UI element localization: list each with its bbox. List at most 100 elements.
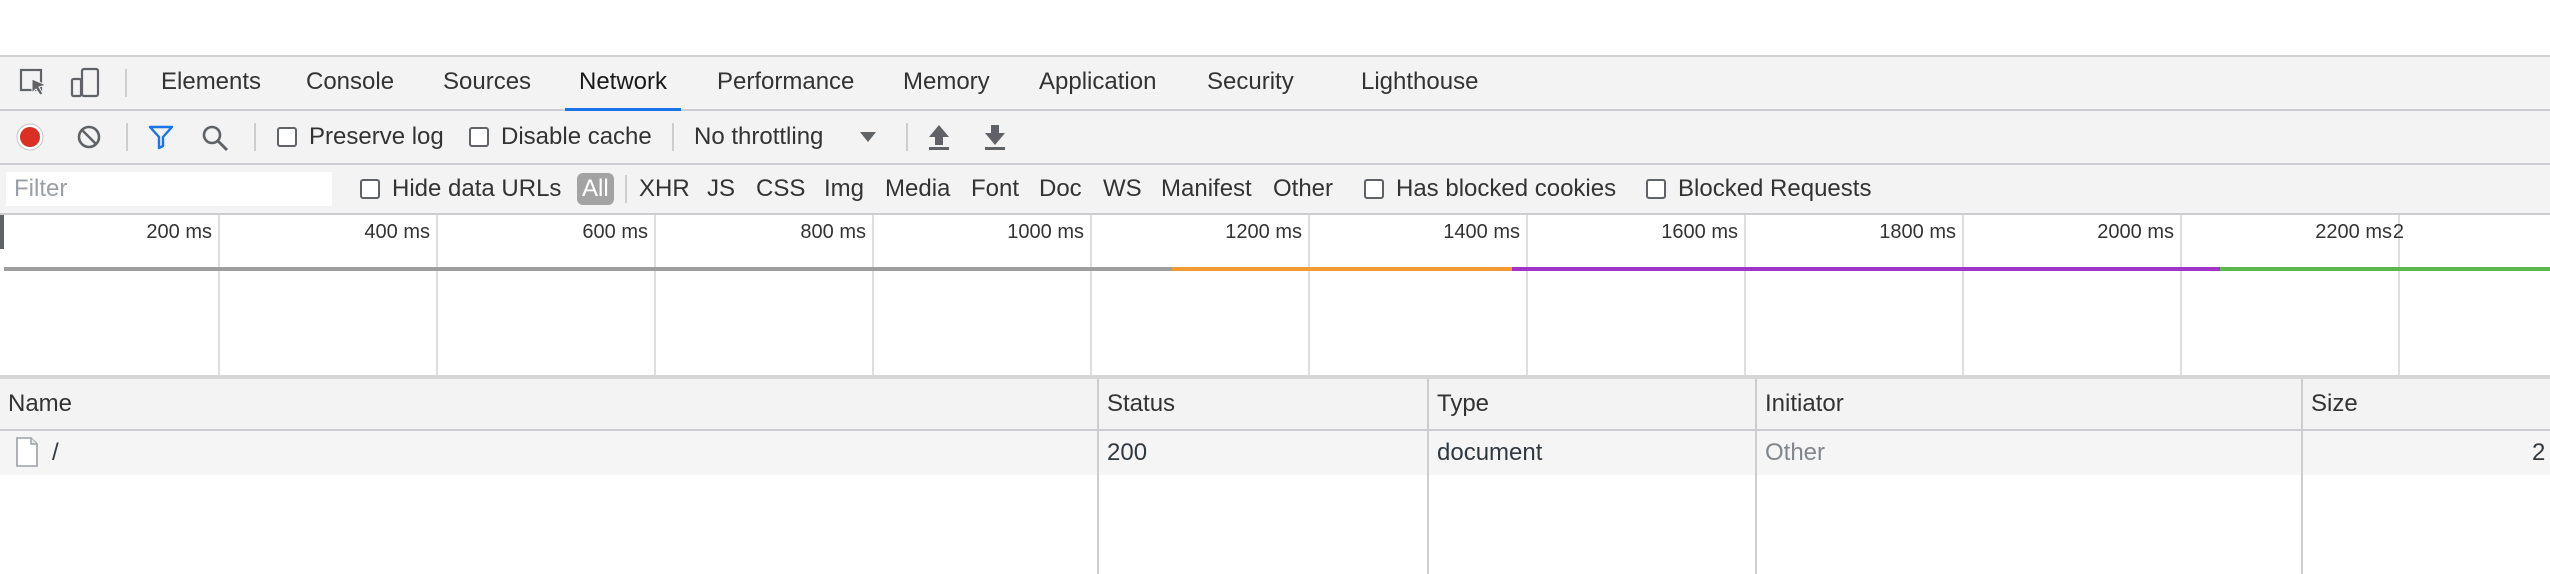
requests-table: Name Status Type Initiator Size / 200 do… [0, 379, 2550, 574]
overview-tick-label: 400 ms [364, 221, 430, 243]
filter-icon[interactable] [148, 124, 174, 150]
overview-tick-label: 1000 ms [1007, 221, 1084, 243]
network-overview[interactable]: 200 ms 400 ms 600 ms 800 ms 1000 ms 1200… [0, 215, 2550, 379]
tab-performance[interactable]: Performance [717, 57, 854, 109]
clear-icon[interactable] [76, 124, 102, 150]
search-icon[interactable] [201, 124, 229, 152]
column-divider[interactable] [2301, 379, 2303, 574]
table-row[interactable]: / 200 document Other 2 [0, 431, 2550, 475]
checkbox-box[interactable] [469, 127, 489, 147]
request-name: / [52, 439, 59, 466]
overview-tick-label: 1400 ms [1443, 221, 1520, 243]
tab-sources[interactable]: Sources [443, 57, 531, 109]
overview-gridline [872, 215, 874, 375]
overview-tick-label: 1200 ms [1225, 221, 1302, 243]
overview-gridline [1090, 215, 1092, 375]
table-header: Name Status Type Initiator Size [0, 379, 2550, 431]
import-har-icon[interactable] [926, 123, 952, 151]
type-filter-ws[interactable]: WS [1103, 173, 1142, 205]
network-toolbar: Preserve log Disable cache No throttling [0, 111, 2550, 165]
hide-data-urls-label: Hide data URLs [392, 175, 562, 202]
overview-tick-label: 800 ms [800, 221, 866, 243]
waiting-phase-bar [4, 267, 1172, 271]
type-filter-doc[interactable]: Doc [1039, 173, 1082, 205]
type-filter-xhr[interactable]: XHR [639, 173, 690, 205]
overview-window-handle[interactable] [0, 215, 4, 249]
disable-cache-checkbox[interactable]: Disable cache [469, 111, 652, 163]
has-blocked-cookies-label: Has blocked cookies [1396, 175, 1617, 202]
network-filterbar: Hide data URLs All XHR JS CSS Img Media … [0, 165, 2550, 215]
overview-gridline [436, 215, 438, 375]
overview-gridline [218, 215, 220, 375]
type-filter-other[interactable]: Other [1273, 173, 1333, 205]
filter-divider [625, 175, 627, 203]
page-blank-area [0, 0, 2550, 57]
tab-elements[interactable]: Elements [161, 57, 261, 109]
inspect-element-icon[interactable] [18, 67, 50, 99]
checkbox-box[interactable] [360, 179, 380, 199]
record-button[interactable] [16, 123, 44, 151]
type-filter-media[interactable]: Media [885, 173, 950, 205]
overview-gridline [654, 215, 656, 375]
filter-input[interactable] [6, 172, 332, 206]
overview-tick-label: 1600 ms [1661, 221, 1738, 243]
overview-tick-label: 2200 ms [2315, 221, 2392, 243]
throttling-select[interactable]: No throttling [694, 111, 877, 163]
tabbar-divider [125, 69, 127, 97]
rendering-phase-bar [2220, 267, 2550, 271]
overview-tick-label: 1800 ms [1879, 221, 1956, 243]
overview-gridline [2180, 215, 2182, 375]
checkbox-box[interactable] [1364, 179, 1384, 199]
export-har-icon[interactable] [982, 123, 1008, 151]
tab-application[interactable]: Application [1039, 57, 1156, 109]
overview-gridline [1744, 215, 1746, 375]
type-filter-img[interactable]: Img [824, 173, 864, 205]
request-status-cell: 200 [1107, 439, 1148, 466]
tab-console[interactable]: Console [306, 57, 394, 109]
checkbox-box[interactable] [1646, 179, 1666, 199]
disable-cache-label: Disable cache [501, 123, 652, 150]
request-size-cell: 2 [2532, 439, 2546, 466]
tab-lighthouse[interactable]: Lighthouse [1361, 57, 1478, 109]
tab-memory[interactable]: Memory [903, 57, 990, 109]
toolbar-divider [672, 123, 674, 151]
column-header-status[interactable]: Status [1099, 379, 1175, 429]
throttling-value: No throttling [694, 123, 824, 150]
type-filter-manifest[interactable]: Manifest [1161, 173, 1252, 205]
toolbar-divider [126, 123, 128, 151]
hide-data-urls-checkbox[interactable]: Hide data URLs [360, 165, 561, 213]
tab-network[interactable]: Network [564, 57, 682, 111]
type-filter-js[interactable]: JS [707, 173, 735, 205]
column-divider[interactable] [1427, 379, 1429, 574]
dropdown-arrow-icon [860, 132, 877, 142]
overview-gridline [1962, 215, 1964, 375]
overview-gridline [1308, 215, 1310, 375]
overview-tick-label: 600 ms [582, 221, 648, 243]
type-filter-css[interactable]: CSS [756, 173, 805, 205]
column-header-initiator[interactable]: Initiator [1757, 379, 1844, 429]
overview-gridline [1526, 215, 1528, 375]
column-divider[interactable] [1097, 379, 1099, 574]
request-type-cell: document [1437, 439, 1543, 466]
scripting-phase-bar [1512, 267, 2220, 271]
column-header-name[interactable]: Name [0, 379, 72, 429]
request-name-cell[interactable]: / [8, 431, 59, 475]
tab-security[interactable]: Security [1207, 57, 1294, 109]
blocked-requests-checkbox[interactable]: Blocked Requests [1646, 165, 1871, 213]
has-blocked-cookies-checkbox[interactable]: Has blocked cookies [1364, 165, 1616, 213]
column-header-type[interactable]: Type [1429, 379, 1489, 429]
type-filter-font[interactable]: Font [971, 173, 1019, 205]
preserve-log-checkbox[interactable]: Preserve log [277, 111, 444, 163]
blocked-requests-label: Blocked Requests [1678, 175, 1872, 202]
overview-tick-label: 200 ms [146, 221, 212, 243]
toolbar-divider [254, 123, 256, 151]
checkbox-box[interactable] [277, 127, 297, 147]
column-divider[interactable] [1755, 379, 1757, 574]
device-toolbar-icon[interactable] [70, 67, 102, 99]
column-header-size[interactable]: Size [2303, 379, 2358, 429]
request-initiator-cell: Other [1765, 439, 1826, 466]
devtools-tabbar: Elements Console Sources Network Perform… [0, 57, 2550, 111]
overview-tick-label: 2000 ms [2097, 221, 2174, 243]
type-filter-all[interactable]: All [577, 173, 614, 205]
toolbar-divider [906, 123, 908, 151]
